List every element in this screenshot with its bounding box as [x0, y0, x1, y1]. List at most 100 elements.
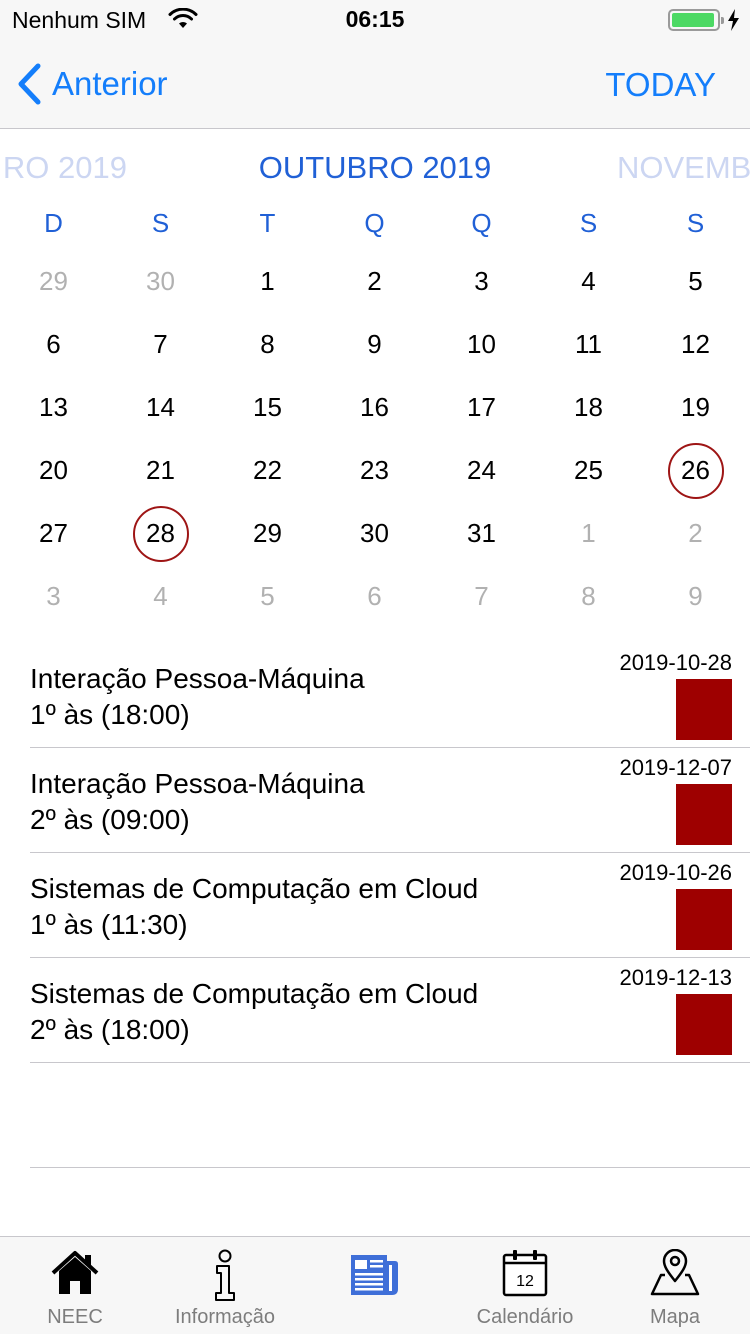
calendar-day[interactable]: 12 — [642, 313, 749, 376]
calendar-icon: 12 — [502, 1250, 548, 1297]
calendar-day[interactable]: 16 — [321, 376, 428, 439]
map-pin-icon — [650, 1249, 700, 1296]
tab-calendario[interactable]: 12 Calendário — [450, 1237, 600, 1334]
day-number: 1 — [260, 266, 275, 296]
calendar-day[interactable]: 8 — [535, 565, 642, 628]
event-date: 2019-10-28 — [619, 650, 732, 675]
calendar-day-event[interactable]: 26 — [642, 439, 749, 502]
calendar-day[interactable]: 2 — [642, 502, 749, 565]
calendar-day[interactable]: 9 — [321, 313, 428, 376]
back-button[interactable]: Anterior — [16, 62, 168, 106]
day-number: 6 — [367, 581, 382, 611]
newspaper-icon — [351, 1255, 398, 1295]
calendar-day[interactable]: 10 — [428, 313, 535, 376]
calendar-day[interactable]: 7 — [428, 565, 535, 628]
home-icon — [51, 1251, 99, 1294]
day-number: 30 — [360, 518, 389, 548]
day-number: 2 — [367, 266, 382, 296]
info-icon — [215, 1249, 235, 1301]
event-list: Interação Pessoa-Máquina 1º às (18:00) 201… — [30, 643, 750, 1168]
event-color-swatch — [676, 679, 732, 740]
event-title: Sistemas de Computação em Cloud — [30, 873, 479, 904]
event-color-swatch — [676, 994, 732, 1055]
day-number: 21 — [146, 455, 175, 485]
event-time: 2º às (09:00) — [30, 804, 190, 835]
calendar-day[interactable]: 5 — [214, 565, 321, 628]
calendar-day[interactable]: 29 — [214, 502, 321, 565]
day-number: 27 — [39, 518, 68, 548]
day-number: 24 — [467, 455, 496, 485]
calendar-day[interactable]: 25 — [535, 439, 642, 502]
day-number: 29 — [39, 266, 68, 296]
battery-icon — [668, 9, 724, 31]
today-button[interactable]: TODAY — [605, 66, 716, 104]
calendar-day[interactable]: 27 — [0, 502, 107, 565]
tab-bar: NEEC Informação 12 Calendário Mapa — [0, 1236, 750, 1334]
month-header[interactable]: RO 2019 OUTUBRO 2019 NOVEMB — [0, 150, 750, 194]
day-number: 5 — [260, 581, 275, 611]
event-time: 2º às (18:00) — [30, 1014, 190, 1045]
calendar-day[interactable]: 29 — [0, 250, 107, 313]
event-color-swatch — [676, 784, 732, 845]
tab-news[interactable] — [300, 1237, 450, 1334]
weekday-label: T — [259, 208, 276, 238]
event-time: 1º às (18:00) — [30, 699, 190, 730]
calendar-day[interactable]: 5 — [642, 250, 749, 313]
day-number: 6 — [46, 329, 61, 359]
weekday-label: S — [151, 208, 170, 238]
calendar-day[interactable]: 3 — [428, 250, 535, 313]
calendar-grid: 29 30 1 2 3 4 5 6 7 8 9 10 11 12 13 14 15 16 17 18 19 20 21 22 2… — [0, 250, 750, 628]
weekday-header: DSTQQSS — [0, 208, 750, 242]
calendar-day[interactable]: 17 — [428, 376, 535, 439]
calendar-day[interactable]: 15 — [214, 376, 321, 439]
event-row[interactable]: Sistemas de Computação em Cloud 1º às (11… — [30, 853, 750, 958]
tab-neec[interactable]: NEEC — [0, 1237, 150, 1334]
calendar-day[interactable]: 21 — [107, 439, 214, 502]
calendar-day[interactable]: 22 — [214, 439, 321, 502]
day-number: 30 — [146, 266, 175, 296]
calendar-day[interactable]: 2 — [321, 250, 428, 313]
day-number: 4 — [581, 266, 596, 296]
calendar-day[interactable]: 11 — [535, 313, 642, 376]
navigation-bar: Anterior TODAY — [0, 40, 750, 129]
day-number: 3 — [474, 266, 489, 296]
tab-informacao[interactable]: Informação — [150, 1237, 300, 1334]
calendar-day[interactable]: 14 — [107, 376, 214, 439]
calendar-day[interactable]: 23 — [321, 439, 428, 502]
chevron-left-icon — [18, 63, 41, 105]
day-number: 12 — [681, 329, 710, 359]
day-number: 29 — [253, 518, 282, 548]
event-row[interactable]: Sistemas de Computação em Cloud 2º às (18… — [30, 958, 750, 1063]
calendar-day[interactable]: 19 — [642, 376, 749, 439]
tab-mapa[interactable]: Mapa — [600, 1237, 750, 1334]
calendar-day[interactable]: 20 — [0, 439, 107, 502]
calendar-day[interactable]: 18 — [535, 376, 642, 439]
calendar-day[interactable]: 9 — [642, 565, 749, 628]
calendar-day[interactable]: 1 — [214, 250, 321, 313]
day-number: 26 — [667, 442, 724, 499]
day-number: 13 — [39, 392, 68, 422]
day-number: 20 — [39, 455, 68, 485]
calendar-day[interactable]: 13 — [0, 376, 107, 439]
calendar-day[interactable]: 30 — [321, 502, 428, 565]
tab-label: Informação — [174, 1306, 276, 1328]
calendar-day[interactable]: 3 — [0, 565, 107, 628]
calendar-day[interactable]: 24 — [428, 439, 535, 502]
day-number: 7 — [153, 329, 168, 359]
calendar-day[interactable]: 4 — [107, 565, 214, 628]
weekday-label: S — [686, 208, 705, 238]
calendar-day[interactable]: 6 — [321, 565, 428, 628]
calendar-day[interactable]: 30 — [107, 250, 214, 313]
calendar-day[interactable]: 31 — [428, 502, 535, 565]
next-month-label[interactable]: NOVEMB — [617, 150, 750, 186]
day-number: 11 — [575, 329, 602, 359]
calendar-day[interactable]: 1 — [535, 502, 642, 565]
calendar-day-event[interactable]: 28 — [107, 502, 214, 565]
tab-label: Calendário — [476, 1306, 574, 1328]
event-row[interactable]: Interação Pessoa-Máquina 2º às (09:00) 201… — [30, 748, 750, 853]
calendar-day[interactable]: 8 — [214, 313, 321, 376]
calendar-day[interactable]: 4 — [535, 250, 642, 313]
calendar-day[interactable]: 7 — [107, 313, 214, 376]
event-row[interactable]: Interação Pessoa-Máquina 1º às (18:00) 201… — [30, 643, 750, 748]
calendar-day[interactable]: 6 — [0, 313, 107, 376]
